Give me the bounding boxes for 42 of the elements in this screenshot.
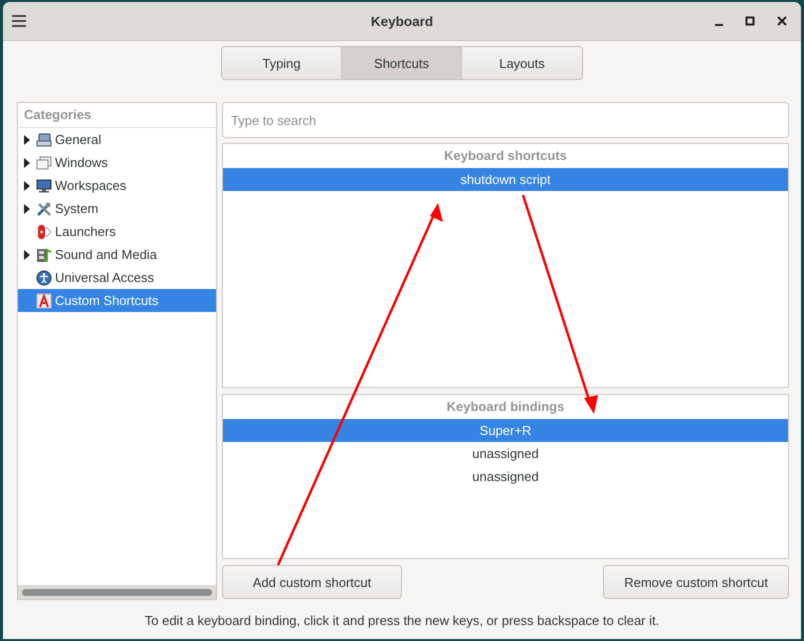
category-item[interactable]: System	[18, 197, 216, 220]
scrollbar-thumb[interactable]	[22, 588, 212, 596]
category-item[interactable]: Windows	[18, 151, 216, 174]
monitor-icon	[36, 178, 52, 194]
tools-icon	[36, 200, 52, 216]
menu-button[interactable]	[9, 12, 29, 30]
remove-shortcut-button[interactable]: Remove custom shortcut	[603, 565, 789, 599]
category-item[interactable]: Launchers	[18, 220, 216, 243]
window-title: Keyboard	[370, 14, 434, 28]
add-shortcut-button[interactable]: Add custom shortcut	[222, 565, 402, 599]
close-icon	[777, 16, 787, 26]
launcher-icon	[36, 224, 52, 240]
category-item[interactable]: General	[18, 128, 216, 151]
category-item[interactable]: Universal Access	[18, 266, 216, 289]
windows-icon	[36, 154, 52, 170]
list-row[interactable]: unassigned	[223, 465, 788, 488]
accessibility-icon	[36, 270, 52, 286]
expander-icon[interactable]	[24, 134, 30, 144]
category-item[interactable]: Custom Shortcuts	[18, 289, 216, 312]
list-row[interactable]: shutdown script	[223, 168, 788, 191]
tab[interactable]: Layouts	[462, 47, 582, 79]
column-header: Keyboard bindings	[446, 398, 564, 416]
expander-icon[interactable]	[24, 250, 30, 260]
expander-icon[interactable]	[24, 180, 30, 190]
hint-text: To edit a keyboard binding, click it and press the new keys, or press backspace to clear it.	[144, 613, 660, 628]
computer-icon	[36, 132, 52, 148]
tab[interactable]: Shortcuts	[342, 47, 462, 79]
media-icon	[36, 246, 52, 262]
expander-icon[interactable]	[24, 158, 30, 168]
column-header: Keyboard shortcuts	[444, 147, 567, 165]
list-row[interactable]: unassigned	[223, 442, 788, 465]
list-row[interactable]: Super+R	[223, 419, 788, 442]
menu-icon	[11, 14, 27, 28]
expander-icon[interactable]	[24, 204, 30, 214]
category-item[interactable]: Sound and Media	[18, 243, 216, 266]
search-field[interactable]: Type to search	[222, 102, 789, 138]
category-item[interactable]: Workspaces	[18, 174, 216, 197]
column-header: Categories	[18, 103, 216, 128]
maximize-icon	[745, 16, 755, 26]
minimize-icon	[715, 24, 723, 26]
tab[interactable]: Typing	[222, 47, 342, 79]
letter-icon	[36, 292, 52, 308]
